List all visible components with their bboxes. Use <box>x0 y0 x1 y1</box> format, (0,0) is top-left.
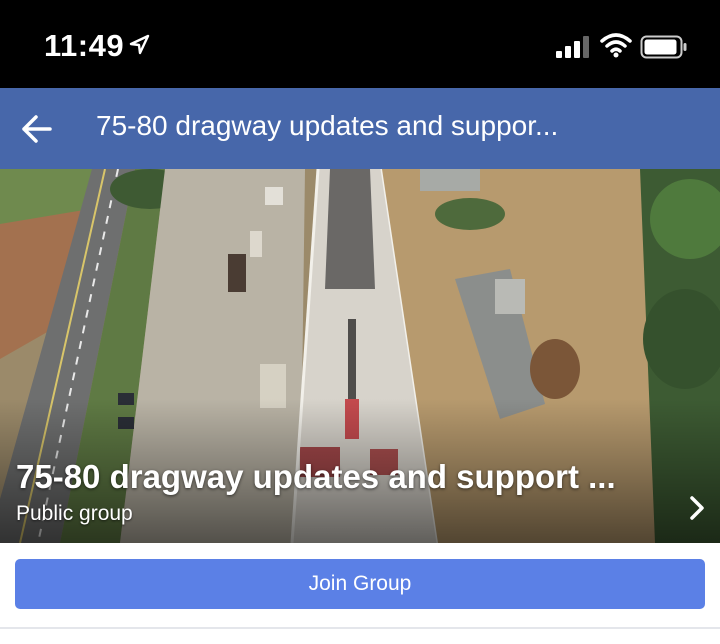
signal-icon <box>556 36 589 58</box>
status-time: 11:49 <box>44 28 125 63</box>
join-group-button[interactable]: Join Group <box>15 559 705 609</box>
group-privacy: Public group <box>16 502 133 525</box>
battery-icon <box>640 35 687 59</box>
location-arrow-icon <box>129 34 150 55</box>
back-arrow-icon[interactable] <box>18 110 56 148</box>
join-section: Join Group <box>0 543 720 644</box>
divider <box>0 627 720 629</box>
group-header-bar: 75-80 dragway updates and suppor... <box>0 88 720 169</box>
group-name: 75-80 dragway updates and support ... <box>16 458 616 495</box>
status-bar: 11:49 <box>0 0 720 88</box>
page-title: 75-80 dragway updates and suppor... <box>96 110 559 141</box>
chevron-right-icon[interactable] <box>686 495 708 521</box>
wifi-icon <box>600 33 632 58</box>
group-cover[interactable]: 75-80 dragway updates and support ... Pu… <box>0 169 720 543</box>
